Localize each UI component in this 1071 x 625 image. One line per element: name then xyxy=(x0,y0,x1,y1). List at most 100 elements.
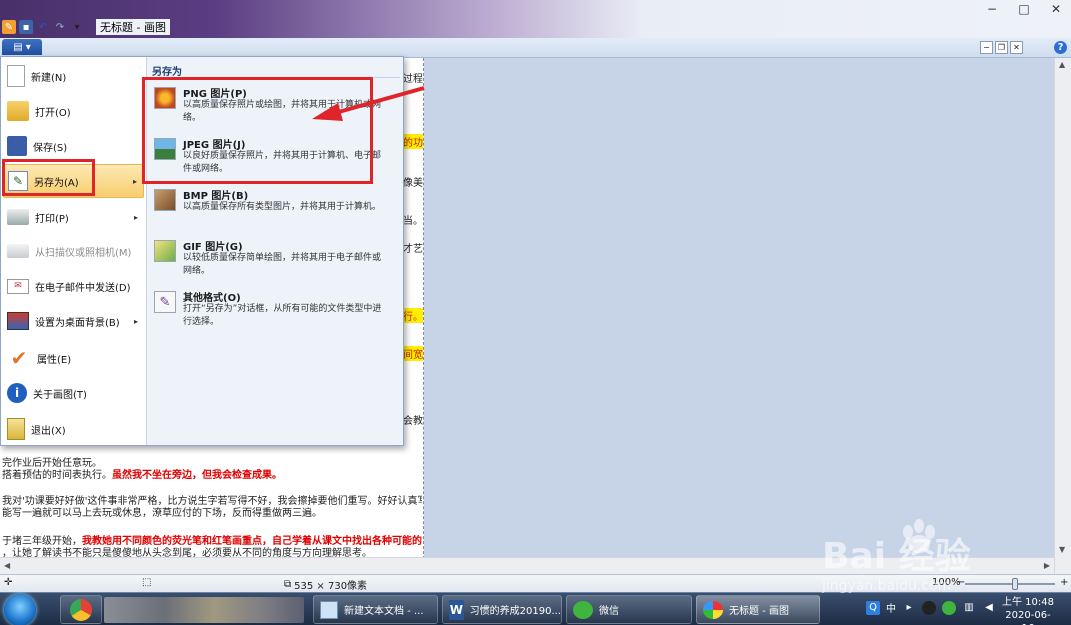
cursor-position-icon: ✛ xyxy=(4,577,13,588)
taskbar-item-notepad[interactable]: 新建文本文档 - ... xyxy=(313,595,438,624)
printer-icon xyxy=(7,209,29,225)
highlight-box-save-as xyxy=(2,159,95,196)
doc-fragment: 像美 xyxy=(403,178,423,189)
new-file-icon xyxy=(7,65,25,87)
menu-icon: ▤ xyxy=(13,41,23,53)
menu-item-exit[interactable]: 退出(X) xyxy=(3,412,144,446)
menu-item-label: 属性(E) xyxy=(37,354,72,366)
scroll-up-icon[interactable]: ▲ xyxy=(1059,60,1065,69)
doc-fragment: 间宽 xyxy=(403,346,423,361)
system-tray: Q 中 ▸ ▥ ◀ xyxy=(866,600,996,615)
bmp-image-icon xyxy=(154,189,176,211)
checkmark-icon: ✔ xyxy=(10,346,28,370)
vertical-scrollbar[interactable]: ▲ ▼ xyxy=(1054,58,1071,574)
format-description: 打开“另存为”对话框，从所有可能的文件类型中进行选择。 xyxy=(183,304,382,327)
doc-fragment: 行。 xyxy=(403,308,423,323)
chrome-taskbar-icon[interactable] xyxy=(60,595,102,624)
customize-qat-icon[interactable]: ▾ xyxy=(70,20,84,34)
doc-close-icon[interactable]: ✕ xyxy=(1010,41,1023,54)
menu-item-properties[interactable]: ✔ 属性(E) xyxy=(3,341,144,375)
save-icon[interactable]: ▪ xyxy=(19,20,33,34)
start-button[interactable] xyxy=(4,594,36,625)
doc-minimize-icon[interactable]: − xyxy=(980,41,993,54)
ime-indicator[interactable]: 中 xyxy=(886,600,896,615)
scroll-down-icon[interactable]: ▼ xyxy=(1059,545,1065,554)
undo-icon[interactable]: ↶ xyxy=(36,20,50,34)
chevron-down-icon: ▾ xyxy=(25,41,31,53)
taskbar-item-paint[interactable]: 无标题 - 画图 xyxy=(696,595,820,624)
zoom-slider-thumb[interactable] xyxy=(1012,578,1018,590)
ribbon-bar: ▤ ▾ − ❐ ✕ ? xyxy=(0,38,1071,58)
submenu-arrow-icon: ▸ xyxy=(133,316,138,326)
maximize-button[interactable]: □ xyxy=(1010,0,1038,17)
zoom-in-button[interactable]: + xyxy=(1060,577,1068,588)
zoom-slider[interactable] xyxy=(965,578,1055,590)
window-title: 无标题 - 画图 xyxy=(96,19,170,35)
paint-icon xyxy=(703,600,723,619)
clock[interactable]: 上午 10:48 2020-06-16 xyxy=(1000,596,1056,625)
close-button[interactable]: ✕ xyxy=(1042,0,1070,17)
format-other[interactable]: ✎ 其他格式(O) 打开“另存为”对话框，从所有可能的文件类型中进行选择。 xyxy=(152,289,398,337)
format-description: 以较低质量保存简单绘图，并将其用于电子邮件或网络。 xyxy=(183,253,382,276)
format-description: 以高质量保存所有类型图片，并将其用于计算机。 xyxy=(183,202,382,212)
email-icon: ✉ xyxy=(7,278,29,294)
taskbar-item-label: 习惯的养成20190... xyxy=(469,606,561,617)
clock-date: 2020-06-16 xyxy=(1005,610,1051,625)
taskbar-item-word[interactable]: W 习惯的养成20190... xyxy=(442,595,562,624)
qq-penguin-icon[interactable] xyxy=(922,600,936,615)
blurred-taskbar-items xyxy=(104,597,304,623)
menu-item-about[interactable]: i 关于画图(T) xyxy=(3,376,144,410)
scroll-left-icon[interactable]: ◀ xyxy=(4,561,10,570)
notepad-icon xyxy=(320,600,338,619)
submenu-title: 另存为 xyxy=(152,67,182,78)
other-format-icon: ✎ xyxy=(154,291,176,313)
menu-item-email[interactable]: ✉ 在电子邮件中发送(D) xyxy=(3,269,144,303)
horizontal-scrollbar[interactable]: ◀ ▶ xyxy=(0,557,1054,574)
menu-item-new[interactable]: 新建(N) xyxy=(3,59,144,93)
network-icon[interactable]: ▥ xyxy=(962,601,976,615)
format-title: 其他格式(O) xyxy=(183,293,241,304)
menu-item-label: 新建(N) xyxy=(31,72,67,84)
desktop-icon xyxy=(7,312,29,330)
word-icon: W xyxy=(449,599,464,620)
open-folder-icon xyxy=(7,101,29,121)
menu-item-label: 设置为桌面背景(B) xyxy=(35,317,120,329)
format-bmp[interactable]: BMP 图片(B) 以高质量保存所有类型图片，并将其用于计算机。 xyxy=(152,187,398,235)
menu-item-open[interactable]: 打开(O) xyxy=(3,94,144,128)
taskbar: 新建文本文档 - ... W 习惯的养成20190... 微信 无标题 - 画图… xyxy=(0,592,1071,625)
format-gif[interactable]: GIF 图片(G) 以较低质量保存简单绘图，并将其用于电子邮件或网络。 xyxy=(152,238,398,286)
help-icon[interactable]: ? xyxy=(1054,41,1067,54)
doc-fragment: 会教 xyxy=(403,416,423,427)
chrome-icon xyxy=(70,598,92,621)
doc-fragment: 当。 xyxy=(403,216,423,227)
doc-fragment: 才艺 xyxy=(403,244,423,255)
paint-menu-button[interactable]: ▤ ▾ xyxy=(2,39,42,55)
minimize-button[interactable]: − xyxy=(978,0,1006,17)
volume-icon[interactable]: ◀ xyxy=(982,601,996,615)
info-icon: i xyxy=(7,383,27,403)
submenu-arrow-icon: ▸ xyxy=(132,176,137,186)
menu-item-print[interactable]: 打印(P) ▸ xyxy=(3,200,144,234)
taskbar-item-wechat[interactable]: 微信 xyxy=(566,595,692,624)
selection-size-icon: ⬚ xyxy=(142,577,152,588)
highlight-box-png-jpeg xyxy=(142,77,373,184)
wechat-tray-icon[interactable] xyxy=(942,600,956,615)
menu-item-desktop-background[interactable]: 设置为桌面背景(B) ▸ xyxy=(3,304,144,338)
scroll-right-icon[interactable]: ▶ xyxy=(1044,561,1050,570)
doc-fragment: 过程 xyxy=(403,74,423,85)
doc-line: 搭着预估的时间表执行。虽然我不坐在旁边，但我会检查成果。 xyxy=(2,466,422,481)
image-size-icon: ⧉ xyxy=(284,579,292,590)
clock-time: 上午 10:48 xyxy=(1002,597,1054,608)
image-size: ⧉ 535 × 730像素 xyxy=(284,577,367,592)
menu-item-label: 保存(S) xyxy=(33,142,68,154)
menu-item-label: 从扫描仪或照相机(M) xyxy=(35,247,132,259)
menu-item-scanner[interactable]: 从扫描仪或照相机(M) xyxy=(3,234,144,268)
exit-icon xyxy=(7,418,25,440)
paint-app-icon[interactable]: ✎ xyxy=(2,20,16,34)
tray-arrow-icon[interactable]: ▸ xyxy=(902,601,916,615)
menu-item-save[interactable]: 保存(S) xyxy=(3,129,144,163)
image-size-text: 535 × 730像素 xyxy=(294,581,368,592)
redo-icon[interactable]: ↷ xyxy=(53,20,67,34)
doc-restore-icon[interactable]: ❐ xyxy=(995,41,1008,54)
qq-input-icon[interactable]: Q xyxy=(866,600,880,615)
